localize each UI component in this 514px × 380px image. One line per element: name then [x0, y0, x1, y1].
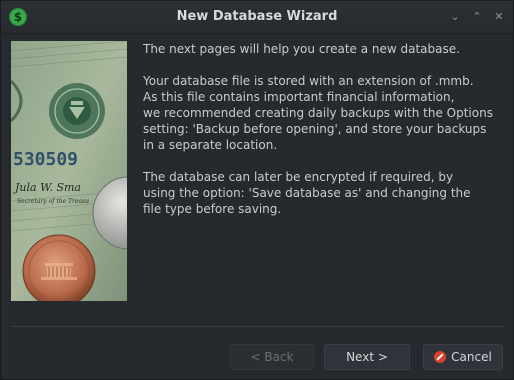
minimize-icon[interactable]: ⌄ — [447, 9, 463, 25]
button-separator — [11, 326, 503, 327]
cancel-button[interactable]: Cancel — [423, 344, 503, 370]
serial-number-text: 530509 — [13, 149, 78, 170]
title-bar[interactable]: $ New Database Wizard ⌄ ⌃ ✕ — [1, 1, 513, 34]
encryption-paragraph: The database can later be encrypted if r… — [143, 170, 471, 216]
money-photo: 530509 Jula W. Sma Secretary of the Trea… — [11, 41, 127, 301]
cancel-label: Cancel — [451, 350, 492, 364]
wizard-description: The next pages will help you create a ne… — [143, 41, 503, 233]
window-title: New Database Wizard — [176, 9, 338, 24]
wizard-window: $ New Database Wizard ⌄ ⌃ ✕ 530509 Jula … — [0, 0, 514, 380]
maximize-icon[interactable]: ⌃ — [469, 9, 485, 25]
next-button[interactable]: Next > — [324, 344, 410, 370]
signature-text: Jula W. Sma — [13, 181, 81, 194]
close-icon[interactable]: ✕ — [491, 9, 507, 25]
cancel-icon — [434, 351, 447, 363]
backup-paragraph: Your database file is stored with an ext… — [143, 74, 493, 152]
money-photo-image: 530509 Jula W. Sma Secretary of the Trea… — [11, 41, 127, 301]
caption-text: Secretary of the Treasu — [17, 198, 89, 205]
back-button[interactable]: < Back — [230, 344, 314, 370]
intro-paragraph: The next pages will help you create a ne… — [143, 42, 460, 56]
